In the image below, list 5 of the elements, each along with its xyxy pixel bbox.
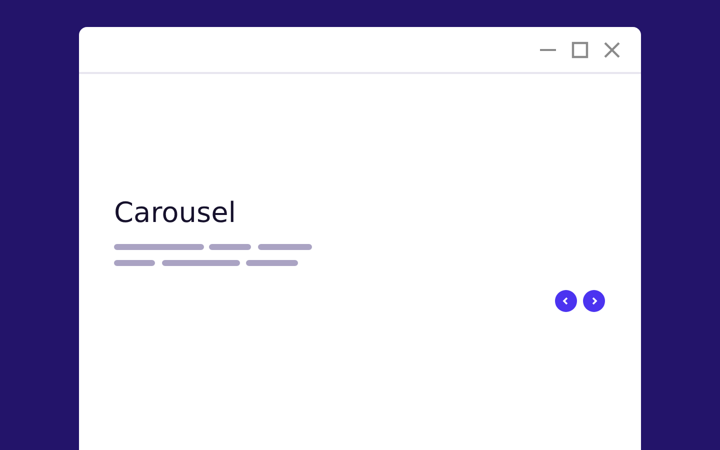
heading: Carousel [114, 196, 236, 230]
close-icon[interactable] [603, 40, 621, 58]
maximize-icon[interactable] [571, 40, 589, 58]
next-button[interactable] [583, 290, 605, 312]
previous-button[interactable] [555, 290, 577, 312]
